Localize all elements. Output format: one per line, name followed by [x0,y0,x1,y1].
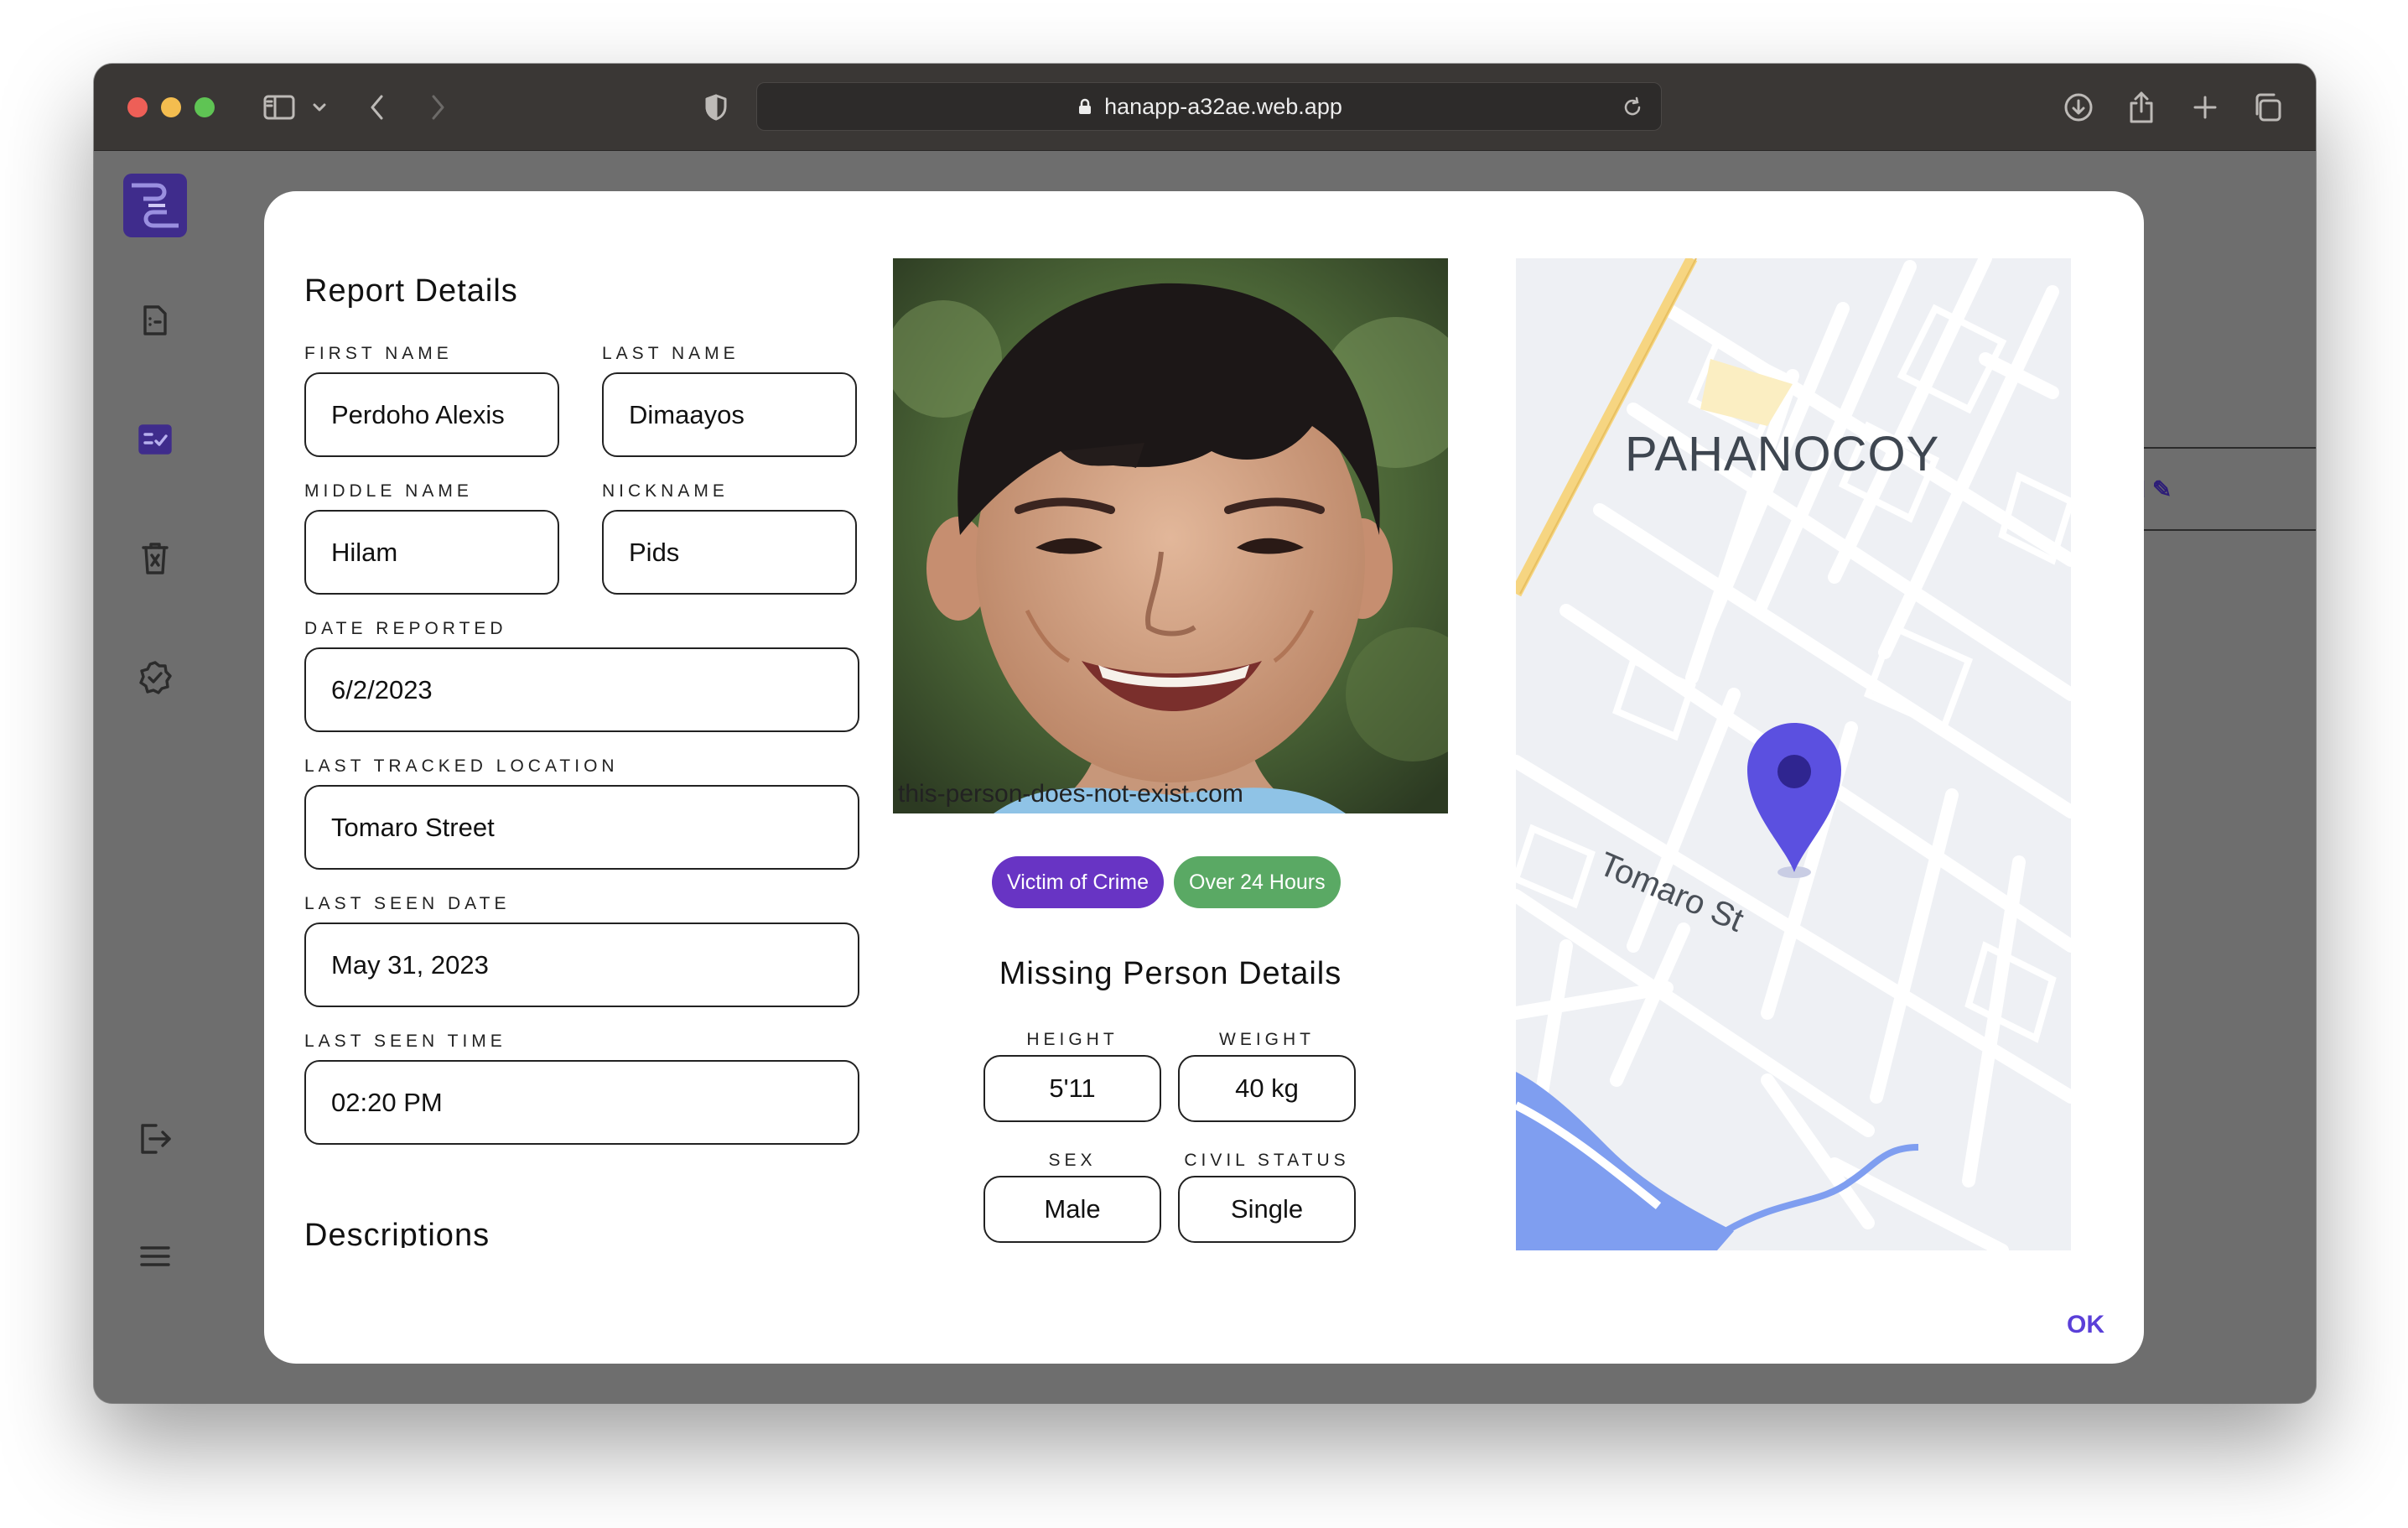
first-name-field[interactable]: Perdoho Alexis [304,372,559,457]
app-sidebar [94,152,216,1403]
missing-person-photo [893,258,1448,813]
lock-icon [1079,98,1092,114]
over-24-hours-badge: Over 24 Hours [1174,856,1341,908]
app-logo[interactable] [123,174,187,237]
civil-status-label: CIVIL STATUS [1184,1151,1350,1170]
new-tab-icon[interactable] [2187,89,2224,126]
last-location-map[interactable]: PAHANOCOY Tomaro St [1516,258,2071,1250]
date-reported-label: DATE REPORTED [304,619,507,638]
report-details-dialog: Report Details FIRST NAME Perdoho Alexis… [264,191,2144,1364]
photo-watermark-caption: this-person-does-not-exist.com [898,780,1243,808]
nickname-field[interactable]: Pids [602,510,857,595]
status-badges: Victim of Crime Over 24 Hours [992,856,1341,908]
last-tracked-location-field[interactable]: Tomaro Street [304,785,859,870]
ok-button[interactable]: OK [2067,1311,2104,1339]
victim-of-crime-badge: Victim of Crime [992,856,1165,908]
tasks-icon[interactable] [138,422,173,457]
first-name-label: FIRST NAME [304,344,453,363]
height-value: 5'11 [983,1055,1161,1122]
sex-label: SEX [1048,1151,1097,1170]
url-text: hanapp-a32ae.web.app [1104,93,1342,119]
descriptions-title: Descriptions [304,1218,490,1248]
back-icon[interactable] [361,89,394,126]
civil-status-value: Single [1178,1176,1356,1243]
last-seen-time-label: LAST SEEN TIME [304,1032,506,1051]
last-tracked-location-label: LAST TRACKED LOCATION [304,756,619,776]
close-window-button[interactable] [127,97,148,117]
last-seen-time-field[interactable]: 02:20 PM [304,1060,859,1145]
logout-icon[interactable] [138,1121,173,1156]
sidebar-toggle-icon[interactable] [258,89,300,126]
report-details-title: Report Details [304,273,518,309]
height-label: HEIGHT [1026,1030,1118,1049]
report-details-form: Report Details FIRST NAME Perdoho Alexis… [304,191,883,1248]
last-name-field[interactable]: Dimaayos [602,372,857,457]
verified-icon[interactable] [138,660,173,695]
weight-label: WEIGHT [1219,1030,1315,1049]
weight-value: 40 kg [1178,1055,1356,1122]
reports-icon[interactable] [138,303,173,338]
trash-icon[interactable] [138,541,173,576]
share-icon[interactable] [2123,89,2160,126]
middle-name-field[interactable]: Hilam [304,510,559,595]
date-reported-field[interactable]: 6/2/2023 [304,647,859,732]
forward-icon[interactable] [421,89,454,126]
reload-icon[interactable] [1621,96,1644,119]
map-place-label: PAHANOCOY [1625,427,1940,481]
address-bar[interactable]: hanapp-a32ae.web.app [756,82,1662,131]
minimize-window-button[interactable] [161,97,181,117]
download-icon[interactable] [2060,89,2097,126]
last-name-label: LAST NAME [602,344,740,363]
last-seen-date-field[interactable]: May 31, 2023 [304,923,859,1007]
sex-value: Male [983,1176,1161,1243]
chevron-down-icon[interactable] [307,89,332,126]
last-seen-date-label: LAST SEEN DATE [304,894,511,913]
nickname-label: NICKNAME [602,481,729,501]
tab-overview-icon[interactable] [2249,89,2286,126]
middle-name-label: MIDDLE NAME [304,481,473,501]
menu-icon[interactable] [138,1239,173,1274]
background-edit-card[interactable]: d ✎ [2123,447,2316,531]
privacy-shield-icon[interactable] [699,89,733,126]
browser-toolbar: hanapp-a32ae.web.app [94,64,2316,151]
fullscreen-window-button[interactable] [195,97,215,117]
missing-person-details-title: Missing Person Details [999,956,1342,991]
